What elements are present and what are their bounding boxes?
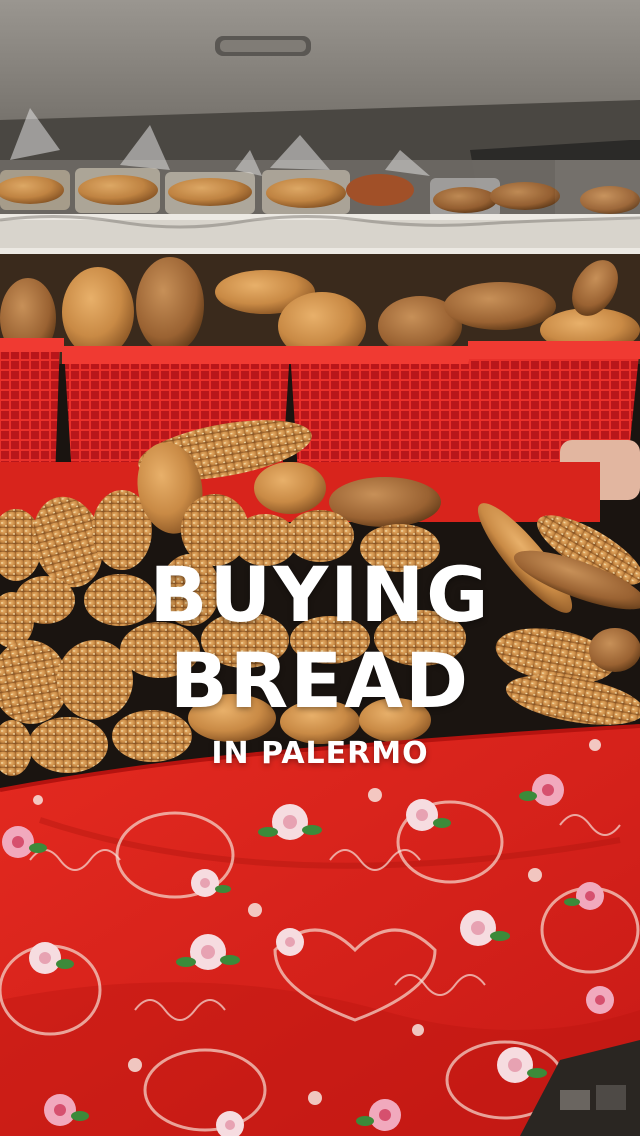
bread-van-photo: BUYING BREAD IN PALERMO [0, 0, 640, 1136]
title-line-bread: BREAD [169, 636, 471, 725]
title-line-buying: BUYING [149, 550, 491, 639]
subtitle-in-palermo: IN PALERMO [211, 736, 429, 771]
